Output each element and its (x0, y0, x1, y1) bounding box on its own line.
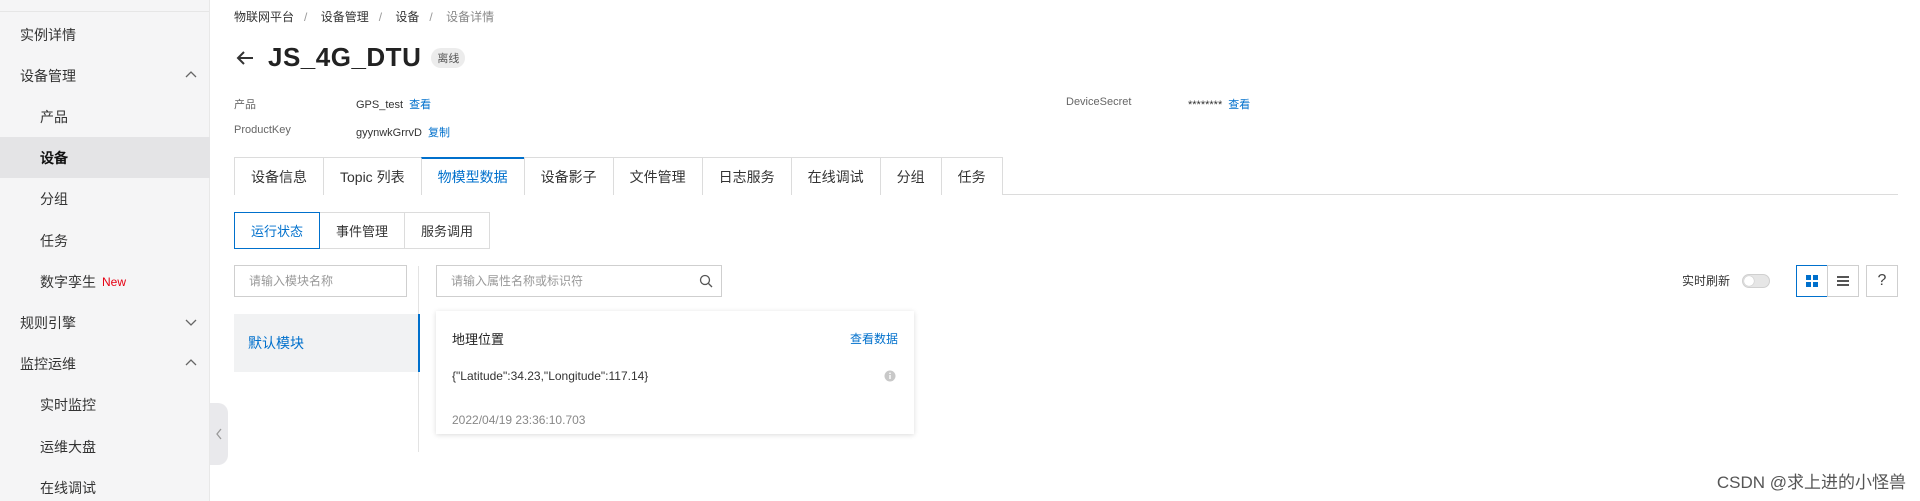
subtab-service-call[interactable]: 服务调用 (404, 212, 491, 249)
breadcrumb-separator: / (378, 10, 383, 24)
view-data-link[interactable]: 查看数据 (850, 330, 898, 347)
tab-online-debug[interactable]: 在线调试 (790, 157, 880, 195)
tab-file-management[interactable]: 文件管理 (612, 157, 702, 195)
chevron-up-icon (185, 71, 197, 78)
sidebar-item-ops-dashboard[interactable]: 运维大盘 (0, 426, 210, 467)
watermark: CSDN @求上进的小怪兽 (1716, 473, 1906, 492)
sidebar-item-device-management[interactable]: 设备管理 (0, 55, 210, 96)
module-search (234, 265, 407, 297)
sidebar: 实例详情 设备管理 产品 设备 分组 任务 数字孪生 New 规则引擎 监控运维… (0, 0, 210, 501)
sidebar-item-realtime-monitor[interactable]: 实时监控 (0, 384, 210, 425)
sidebar-item-device[interactable]: 设备 (0, 137, 210, 178)
sidebar-item-monitoring[interactable]: 监控运维 (0, 343, 210, 384)
sidebar-item-label: 任务 (40, 232, 68, 249)
subtab-event-management[interactable]: 事件管理 (319, 212, 406, 249)
product-label: 产品 (234, 99, 256, 111)
tab-device-info[interactable]: 设备信息 (234, 157, 323, 195)
property-search (436, 265, 722, 297)
breadcrumb-current: 设备详情 (446, 10, 495, 24)
property-card: 地理位置 查看数据 {"Latitude":34.23,"Longitude":… (436, 311, 914, 434)
tab-log-service[interactable]: 日志服务 (701, 157, 791, 195)
title-row: JS_4G_DTU 离线 (234, 42, 466, 73)
tab-bar: 设备信息 Topic 列表 物模型数据 设备影子 文件管理 日志服务 在线调试 … (234, 157, 1898, 195)
sidebar-collapse-handle[interactable] (210, 403, 228, 465)
tab-topic-list[interactable]: Topic 列表 (323, 157, 421, 195)
tab-group[interactable]: 分组 (879, 157, 941, 195)
product-value: GPS_test 查看 (356, 96, 431, 112)
property-search-input[interactable] (437, 267, 699, 295)
sidebar-item-rule-engine[interactable]: 规则引擎 (0, 302, 210, 343)
info-icon[interactable] (884, 370, 896, 382)
toggle-knob (1744, 275, 1754, 286)
new-badge: New (102, 274, 127, 289)
sidebar-item-group[interactable]: 分组 (0, 178, 210, 219)
productkey-value-text: gyynwkGrrvD (356, 127, 423, 139)
tab-task[interactable]: 任务 (940, 157, 1003, 195)
grid-icon (1806, 275, 1818, 287)
sidebar-item-label: 规则引擎 (20, 314, 76, 331)
subtab-bar: 运行状态 事件管理 服务调用 (234, 212, 491, 249)
module-search-input[interactable] (235, 267, 404, 295)
help-icon: ? (1877, 272, 1887, 289)
main-content: 物联网平台 / 设备管理 / 设备 / 设备详情 JS_4G_DTU 离线 产品 GP… (234, 0, 1920, 501)
module-item-label: 默认模块 (248, 335, 304, 351)
property-name: 地理位置 (452, 332, 505, 347)
devicesecret-value: ******** 查看 (1188, 96, 1250, 112)
tab-device-shadow[interactable]: 设备影子 (523, 157, 613, 195)
breadcrumb: 物联网平台 / 设备管理 / 设备 / 设备详情 (234, 8, 504, 25)
sidebar-item-label: 运维大盘 (40, 438, 96, 455)
sidebar-item-task[interactable]: 任务 (0, 220, 210, 261)
back-arrow-icon[interactable] (234, 47, 256, 69)
devicesecret-value-text: ******** (1188, 99, 1223, 111)
product-view-link[interactable]: 查看 (409, 99, 431, 111)
page-title: JS_4G_DTU (268, 42, 422, 72)
breadcrumb-separator: / (429, 10, 433, 24)
sidebar-item-label: 产品 (40, 108, 68, 125)
sidebar-item-digital-twin[interactable]: 数字孪生 New (0, 261, 210, 302)
realtime-refresh-toggle[interactable] (1742, 273, 1770, 288)
tab-thing-model-data[interactable]: 物模型数据 (420, 157, 524, 195)
sidebar-item-label: 实例详情 (20, 26, 76, 43)
sidebar-item-label: 设备 (40, 149, 68, 166)
productkey-label: ProductKey (234, 124, 291, 136)
sidebar-item-product[interactable]: 产品 (0, 96, 210, 137)
productkey-copy-link[interactable]: 复制 (428, 127, 450, 139)
list-view-button[interactable] (1827, 265, 1859, 297)
sidebar-item-instance-details[interactable]: 实例详情 (0, 14, 210, 55)
module-item-default[interactable]: 默认模块 (234, 314, 420, 372)
realtime-refresh-label: 实时刷新 (1681, 274, 1730, 288)
breadcrumb-item[interactable]: 物联网平台 (234, 10, 294, 24)
sidebar-item-label: 在线调试 (40, 479, 96, 496)
chevron-down-icon (185, 319, 197, 326)
breadcrumb-item[interactable]: 设备管理 (321, 10, 369, 24)
property-timestamp: 2022/04/19 23:36:10.703 (452, 413, 586, 427)
grid-view-button[interactable] (1796, 265, 1828, 297)
sidebar-item-online-debug[interactable]: 在线调试 (0, 467, 210, 501)
devicesecret-label: DeviceSecret (1066, 96, 1132, 108)
sidebar-item-label: 设备管理 (20, 67, 76, 84)
devicesecret-view-link[interactable]: 查看 (1228, 99, 1250, 111)
sidebar-top-divider (0, 0, 209, 12)
sidebar-item-label: 数字孪生 (40, 273, 96, 290)
realtime-refresh: 实时刷新 (1682, 272, 1770, 289)
list-icon (1837, 276, 1849, 286)
chevron-left-icon (216, 428, 222, 440)
status-badge: 离线 (431, 47, 466, 68)
help-button[interactable]: ? (1866, 265, 1898, 297)
breadcrumb-item[interactable]: 设备 (395, 10, 419, 24)
product-value-text: GPS_test (356, 99, 404, 111)
property-value: {"Latitude":34.23,"Longitude":117.14} (452, 369, 649, 383)
sidebar-item-label: 实时监控 (40, 396, 96, 413)
sidebar-item-label: 监控运维 (20, 355, 76, 372)
search-icon[interactable] (699, 274, 713, 288)
chevron-up-icon (185, 359, 197, 366)
breadcrumb-separator: / (304, 10, 308, 24)
sidebar-item-label: 分组 (40, 190, 68, 207)
subtab-running-status[interactable]: 运行状态 (234, 212, 321, 249)
productkey-value: gyynwkGrrvD 复制 (356, 124, 450, 140)
